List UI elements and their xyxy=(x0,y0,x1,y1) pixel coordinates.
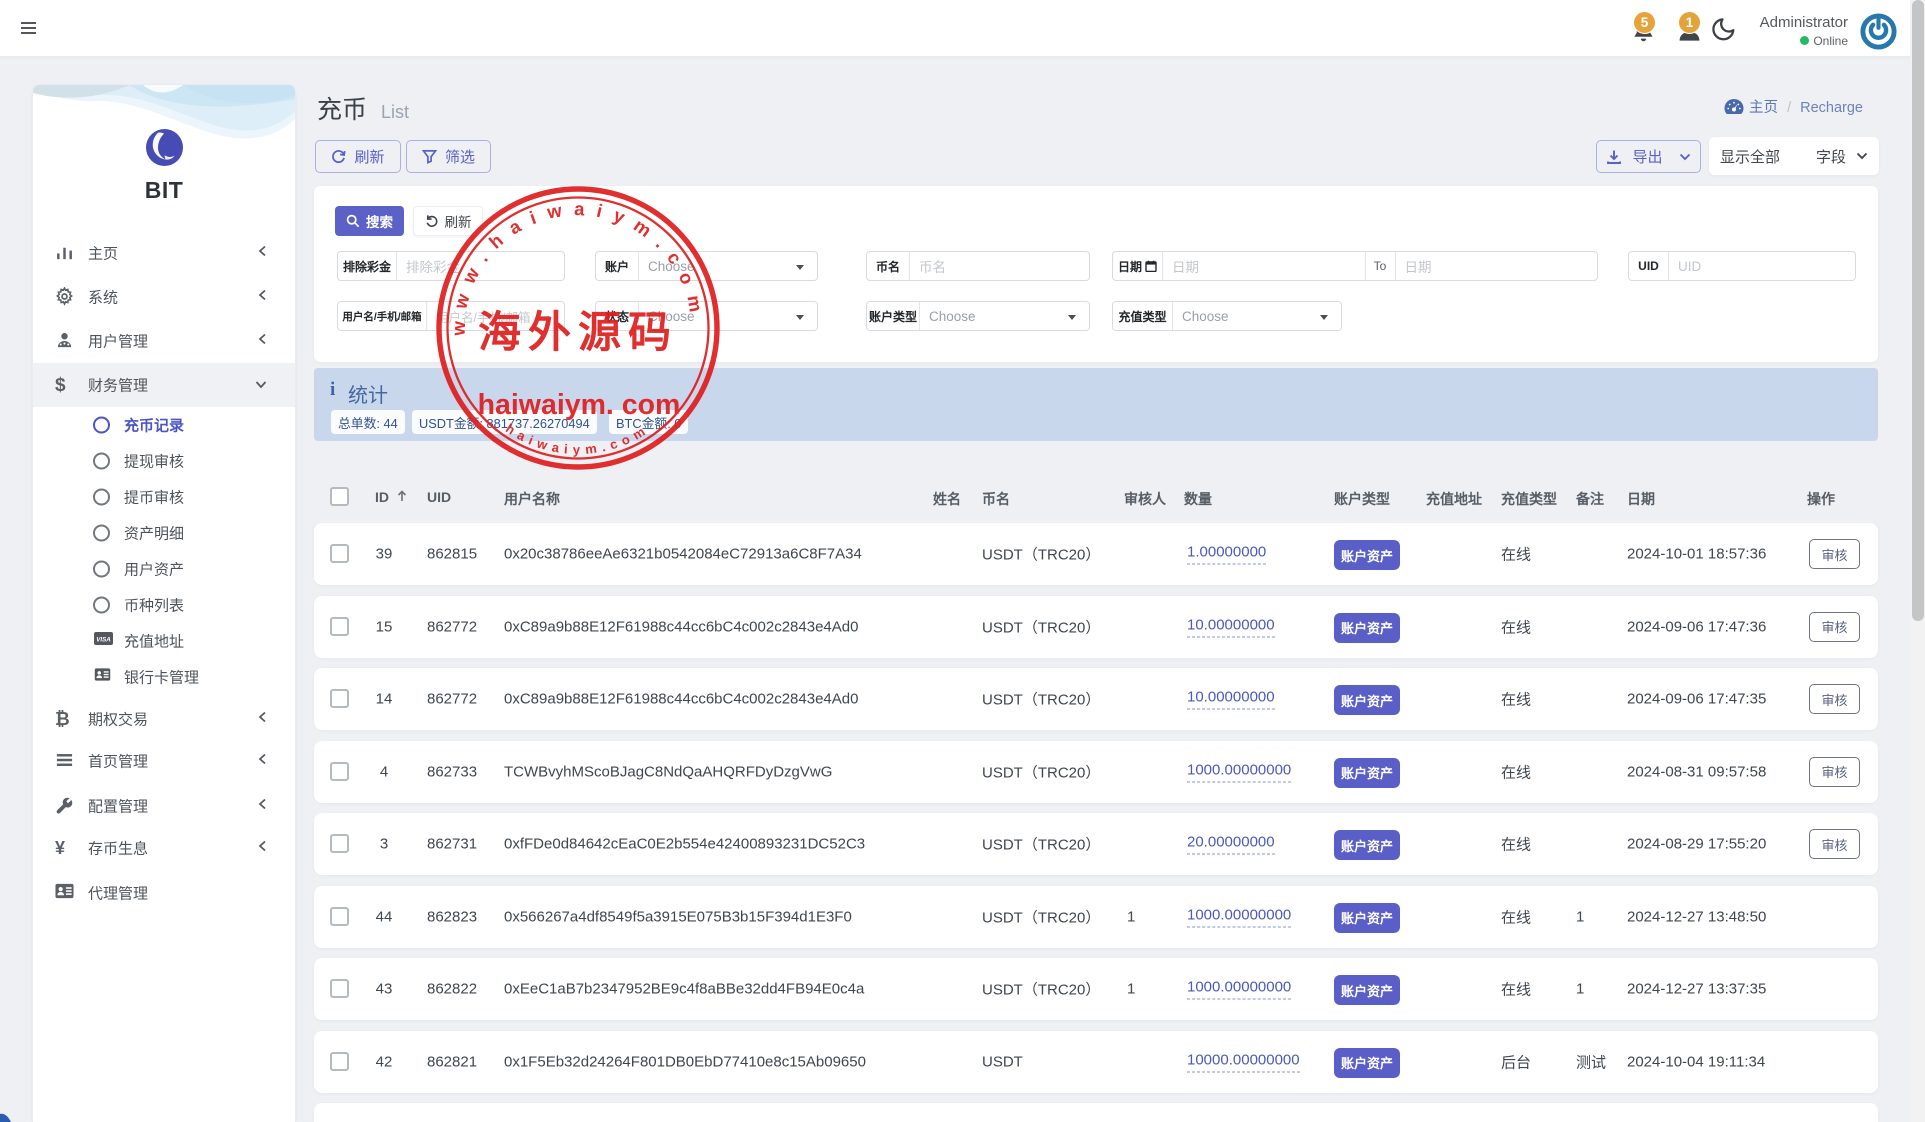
svg-text:VISA: VISA xyxy=(96,637,111,644)
